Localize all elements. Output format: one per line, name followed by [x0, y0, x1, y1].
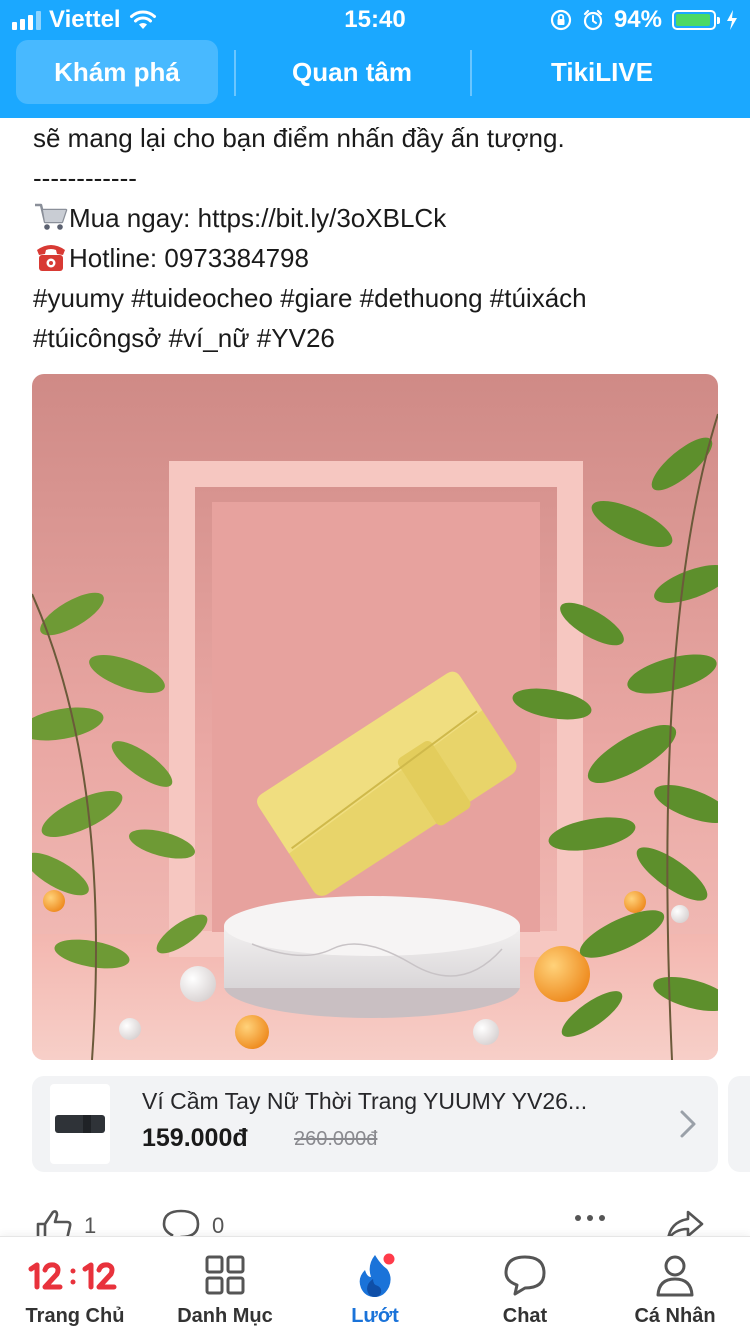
product-title: Ví Cầm Tay Nữ Thời Trang YUUMY YV26...: [142, 1088, 588, 1114]
post-hashtags[interactable]: #yuumy #tuideocheo #giare #dethuong #túi…: [33, 278, 723, 318]
post-actions: 1 0: [0, 1200, 750, 1244]
flame-icon: [359, 1251, 397, 1297]
nav-label: Lướt: [351, 1305, 399, 1327]
post-separator: ------------: [33, 163, 137, 193]
post-image[interactable]: [32, 374, 718, 1060]
battery-icon: [672, 10, 720, 30]
chat-bubble-icon: [504, 1255, 546, 1296]
post-caption: sẽ mang lại cho bạn điểm nhấn đầy ấn tượ…: [33, 118, 723, 358]
hotline[interactable]: Hotline: 0973384798: [69, 243, 309, 273]
more-button[interactable]: [570, 1208, 610, 1228]
nav-danh-muc[interactable]: Danh Mục: [150, 1237, 300, 1335]
nav-trang-chu[interactable]: Trang Chủ: [0, 1237, 150, 1335]
alarm-icon: [583, 9, 603, 31]
status-bar: Viettel 15:40 94%: [0, 0, 750, 40]
nav-label: Trang Chủ: [25, 1305, 125, 1327]
next-product-card[interactable]: [728, 1076, 750, 1172]
nav-luot[interactable]: Lướt: [300, 1237, 450, 1335]
tab-divider: [470, 50, 472, 96]
post-buy-line: Mua ngay: https://bit.ly/3oXBLCk: [33, 198, 723, 238]
product-old-price: 260.000đ: [294, 1128, 378, 1150]
user-icon: [656, 1255, 694, 1297]
12-12-sale-icon: [28, 1262, 117, 1290]
nav-ca-nhan[interactable]: Cá Nhân: [600, 1237, 750, 1335]
tab-quan-tam[interactable]: Quan tâm: [252, 40, 452, 104]
top-tabs: Khám phá Quan tâm TikiLIVE: [0, 40, 750, 104]
charging-icon: [727, 10, 737, 30]
tab-kham-pha[interactable]: Khám phá: [16, 40, 218, 104]
product-thumbnail: [50, 1084, 110, 1164]
top-header: Viettel 15:40 94% Khám phá Quan tâm Tiki…: [0, 0, 750, 118]
battery-percent: 94%: [613, 6, 662, 33]
grid-icon: [205, 1255, 245, 1295]
tab-tikilive[interactable]: TikiLIVE: [500, 40, 704, 104]
post-text-line: sẽ mang lại cho bạn điểm nhấn đầy ấn tượ…: [33, 123, 565, 153]
post-hashtags[interactable]: #túicôngsở #ví_nữ #YV26: [33, 318, 723, 358]
nav-label: Danh Mục: [177, 1305, 273, 1327]
product-photo: [32, 374, 718, 1060]
orientation-lock-icon: [550, 9, 572, 31]
nav-label: Chat: [502, 1305, 548, 1327]
bottom-navigation: Trang Chủ Danh Mục Lướt Chat Cá Nhân: [0, 1236, 750, 1335]
tab-divider: [234, 50, 236, 96]
product-price: 159.000đ: [142, 1124, 248, 1152]
more-dots-icon: [575, 1215, 605, 1221]
telephone-icon: [37, 245, 65, 271]
product-card[interactable]: Ví Cầm Tay Nữ Thời Trang YUUMY YV26... 1…: [32, 1076, 718, 1172]
shopping-cart-icon: [35, 203, 68, 230]
chevron-right-icon[interactable]: [674, 1106, 700, 1142]
nav-label: Cá Nhân: [634, 1305, 716, 1327]
buy-link[interactable]: Mua ngay: https://bit.ly/3oXBLCk: [69, 203, 446, 233]
wallet-thumbnail-icon: [55, 1115, 105, 1133]
post-hotline-line: Hotline: 0973384798: [33, 238, 723, 278]
nav-chat[interactable]: Chat: [450, 1237, 600, 1335]
